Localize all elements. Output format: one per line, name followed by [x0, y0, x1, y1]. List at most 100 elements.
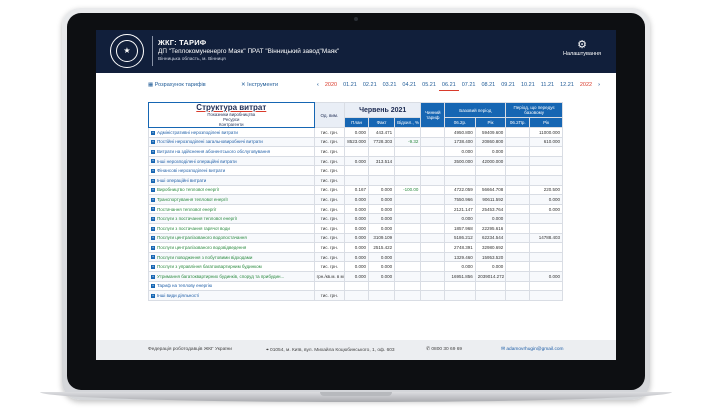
- prev-base-header: Період, що передує базовому: [505, 101, 563, 119]
- cell-unit: тис. грн.: [313, 194, 346, 205]
- next-period-icon[interactable]: ›: [595, 80, 603, 91]
- row-name[interactable]: + Послуги з постачання гарячої води: [148, 222, 315, 234]
- period-06.21[interactable]: 06.21: [438, 80, 459, 91]
- cell-dev: [394, 174, 422, 186]
- expand-icon[interactable]: +: [151, 236, 155, 241]
- period-01.21[interactable]: 01.21: [340, 80, 360, 91]
- row-name[interactable]: + Постійні нерозподілені загальновиробнич…: [148, 136, 315, 148]
- table-row: + Утримання багатоквартирних будинків, сп…: [148, 270, 563, 282]
- row-name[interactable]: + Інші операційні витрати: [148, 174, 315, 186]
- tariff-calc-link[interactable]: ▦ Розрахунок тарифів: [148, 82, 206, 88]
- row-name[interactable]: + Витрати на здійснення абонентського обс…: [148, 146, 315, 157]
- expand-icon[interactable]: +: [151, 255, 155, 260]
- tools-icon: ✕: [241, 82, 246, 88]
- settings-button[interactable]: ⚙ Налаштування: [562, 39, 602, 57]
- footer: Федерація роботодавців ЖКГ України ⌖ 010…: [96, 340, 616, 360]
- cell-plan: [344, 290, 370, 301]
- row-name[interactable]: + Транспортування теплової енергії: [148, 194, 315, 205]
- row-name[interactable]: + Утримання багатоквартирних будинків, сп…: [148, 270, 315, 282]
- row-name[interactable]: + Виробництво теплової енергії: [148, 184, 315, 196]
- tools-link[interactable]: ✕ Інструменти: [241, 82, 278, 88]
- cell-b1: 4722.059: [444, 184, 476, 196]
- expand-icon[interactable]: +: [151, 178, 155, 183]
- expand-icon[interactable]: +: [151, 284, 155, 289]
- period-08.21[interactable]: 08.21: [478, 80, 498, 91]
- table-row: + Послуги централізованого водовідведення…: [148, 242, 563, 253]
- cell-p1: [505, 232, 531, 244]
- period-07.21[interactable]: 07.21: [459, 80, 479, 91]
- expand-icon[interactable]: +: [151, 130, 155, 135]
- region: Вінницька область, м. Вінниця: [158, 57, 226, 62]
- cell-p2: 14788.403: [529, 232, 563, 244]
- period-03.21[interactable]: 03.21: [380, 80, 400, 91]
- row-name[interactable]: + Послуги з управління багатоквартирним б…: [148, 261, 315, 272]
- cell-p1: [505, 251, 531, 263]
- expand-icon[interactable]: +: [151, 226, 155, 231]
- expand-icon[interactable]: +: [151, 149, 155, 154]
- row-name[interactable]: + Адміністративні нерозподілені витрати: [148, 127, 315, 138]
- expand-icon[interactable]: +: [151, 216, 155, 221]
- expand-icon[interactable]: +: [151, 168, 155, 173]
- period-12.21[interactable]: 12.21: [557, 80, 577, 91]
- cell-p1: [505, 136, 531, 148]
- period-11.21[interactable]: 11.21: [538, 80, 557, 91]
- expand-icon[interactable]: +: [151, 197, 155, 202]
- table-row: + Інші операційні витрати тис. грн.: [148, 174, 563, 186]
- cell-fact: 0.000: [368, 270, 396, 282]
- period-2020[interactable]: 2020: [322, 80, 340, 91]
- row-name[interactable]: + Постачання теплової енергії: [148, 203, 315, 215]
- cell-b1: 2748.391: [444, 242, 476, 253]
- cell-p2: [529, 261, 563, 272]
- row-label: Інші нерозподілені операційні витрати: [157, 158, 237, 164]
- phone-icon: ✆: [426, 347, 431, 352]
- cell-b2: 0.000: [474, 213, 507, 224]
- row-name[interactable]: + Послуги з постачання теплової енергії: [148, 213, 315, 224]
- cell-b2: 42000.000: [474, 155, 507, 167]
- cell-b1: 1857.968: [444, 222, 476, 234]
- cell-fact: 2515.422: [368, 242, 396, 253]
- row-name[interactable]: + Тариф на теплову енергію: [148, 280, 315, 292]
- cell-p1: [505, 222, 531, 234]
- period-09.21[interactable]: 09.21: [498, 80, 518, 91]
- footer-email[interactable]: ✉ adamovrhugin@gmail.com: [501, 347, 564, 352]
- row-name[interactable]: + Послуги централізованого водовідведення: [148, 242, 315, 253]
- period-04.21[interactable]: 04.21: [399, 80, 419, 91]
- cell-dev: [394, 280, 422, 292]
- cell-plan: 0.000: [344, 251, 370, 263]
- cell-b2: 0.000: [474, 146, 507, 157]
- cell-dev: [394, 242, 422, 253]
- prev-year-header: Рік: [529, 117, 563, 128]
- period-02.21[interactable]: 02.21: [360, 80, 380, 91]
- cell-cur: [420, 127, 446, 138]
- cell-b2: 2039014.272: [474, 270, 507, 282]
- prev-period-icon[interactable]: ‹: [314, 80, 322, 91]
- row-name[interactable]: + Фінансові нерозподілені витрати: [148, 165, 315, 176]
- row-label: Витрати на здійснення абонентського обсл…: [157, 148, 271, 154]
- period-10.21[interactable]: 10.21: [518, 80, 538, 91]
- expand-icon[interactable]: +: [151, 293, 155, 298]
- row-name[interactable]: + Послуги поводження з побутовими відхода…: [148, 251, 315, 263]
- cell-p2: 610.000: [529, 136, 563, 148]
- expand-icon[interactable]: +: [151, 207, 155, 212]
- row-name[interactable]: + Інші нерозподілені операційні витрати: [148, 155, 315, 167]
- period-2022[interactable]: 2022: [577, 80, 595, 91]
- expand-icon[interactable]: +: [151, 245, 155, 250]
- expand-icon[interactable]: +: [151, 140, 155, 145]
- cell-b1: 1738.400: [444, 136, 476, 148]
- expand-icon[interactable]: +: [151, 264, 155, 269]
- row-label: Послуги централізованого водовідведення: [157, 244, 247, 250]
- row-name[interactable]: + Інші види діяльності: [148, 290, 315, 301]
- cell-dev: -9.32: [394, 136, 422, 148]
- cell-unit: тис. грн.: [313, 127, 346, 138]
- cell-b2: 25453.764: [474, 203, 507, 215]
- cell-fact: 3109.109: [368, 232, 396, 244]
- expand-icon[interactable]: +: [151, 159, 155, 164]
- period-05.21[interactable]: 05.21: [419, 80, 439, 91]
- expand-icon[interactable]: +: [151, 274, 155, 279]
- table-row: + Послуги з постачання гарячої води тис. г…: [148, 222, 563, 234]
- cell-plan: 0.000: [344, 222, 370, 234]
- row-name[interactable]: + Послуги централізованого водопостачання: [148, 232, 315, 244]
- cell-plan: 0.000: [344, 242, 370, 253]
- expand-icon[interactable]: +: [151, 188, 155, 193]
- cell-p1: [505, 203, 531, 215]
